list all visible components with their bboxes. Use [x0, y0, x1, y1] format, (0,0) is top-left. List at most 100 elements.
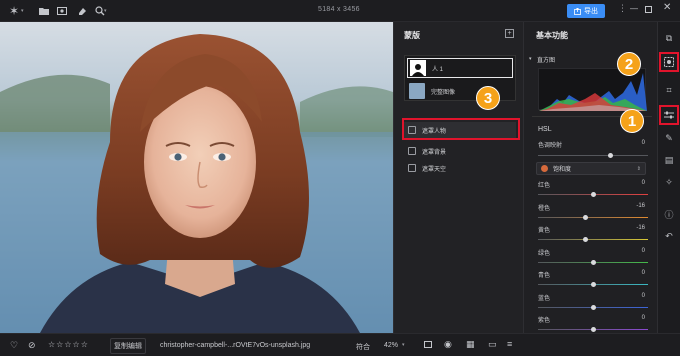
- file-name: christopher-campbell-...rOVtE7vOs-unspla…: [160, 342, 311, 349]
- sort-icon[interactable]: ≡: [507, 339, 512, 349]
- full-image-thumbnail-icon: [409, 83, 425, 99]
- hsl-slider-label: 红色: [538, 183, 551, 189]
- chevron-down-icon[interactable]: ▾: [21, 8, 24, 14]
- portrait-image: [0, 22, 393, 333]
- slider-knob[interactable]: [583, 214, 588, 220]
- slider-knob[interactable]: [591, 327, 596, 332]
- eraser-icon[interactable]: [76, 5, 88, 17]
- color-swatch-icon: [541, 165, 548, 172]
- hsl-slider-value: 0: [641, 180, 645, 186]
- mask-option-label: 遮罩背景: [422, 149, 447, 156]
- minimize-icon[interactable]: —: [630, 4, 638, 13]
- reject-icon[interactable]: ⊘: [28, 340, 36, 351]
- person-mask-thumbnail-icon: [410, 60, 426, 76]
- bottom-toolbar: ♡ ⊘ ☆☆☆☆☆ 复制编辑 christopher-campbell-...r…: [0, 333, 680, 356]
- film-icon[interactable]: ▤: [663, 154, 675, 166]
- mask-item-label: 完整图像: [431, 89, 456, 96]
- more-icon[interactable]: ⋮: [618, 3, 627, 14]
- mask-panel-title: 蒙版: [404, 31, 420, 40]
- mask-option-sky[interactable]: 遮罩天空: [404, 160, 516, 176]
- slider-knob[interactable]: [583, 237, 588, 242]
- adjustments-panel: 基本功能 ▾ 直方图 HSL 色调映射 0 饱和度 ⇕ 2 1 红色 0 橙色: [523, 22, 657, 355]
- hsl-slider-track[interactable]: [538, 259, 648, 265]
- chevron-down-icon[interactable]: ▾: [104, 8, 107, 14]
- close-icon[interactable]: ✕: [663, 2, 671, 13]
- star-rating[interactable]: ☆☆☆☆☆: [48, 340, 89, 349]
- histogram-label: 直方图: [537, 58, 556, 64]
- crop-icon[interactable]: ⌗: [663, 84, 675, 96]
- annotation-box-2: [659, 52, 679, 72]
- image-dimensions: 5184 x 3456: [318, 6, 360, 13]
- hsl-slider-label: 橙色: [538, 205, 551, 212]
- hsl-slider-value: 0: [641, 315, 645, 321]
- hsl-slider-track[interactable]: [538, 327, 648, 332]
- annotation-badge-2: 2: [617, 52, 641, 76]
- annotation-box-1: [659, 105, 679, 125]
- hsl-slider-value: -16: [636, 202, 645, 209]
- copy-edit-button[interactable]: 复制编辑: [110, 338, 146, 354]
- right-toolbar: ⧉ ⌗ ✎ ▤ ✧ ⓘ ↶: [657, 22, 680, 333]
- mask-item-person-1[interactable]: 人 1: [407, 58, 513, 78]
- slider-knob[interactable]: [591, 282, 596, 287]
- annotation-badge-1: 1: [620, 109, 644, 133]
- export-label: 导出: [584, 8, 598, 15]
- folder-icon[interactable]: [38, 5, 50, 17]
- sparkle-icon[interactable]: ✧: [663, 176, 675, 188]
- logo-icon[interactable]: ✶: [8, 5, 20, 17]
- sky-icon: [408, 164, 416, 172]
- mask-panel: 蒙版 + 人 1 完整图像 遮罩人物 遮罩背景 遮罩天空 3: [393, 22, 523, 333]
- hsl-slider-label: 黄色: [538, 228, 551, 234]
- hsl-slider-track[interactable]: [538, 214, 648, 220]
- maximize-icon[interactable]: [645, 6, 652, 13]
- zoom-level[interactable]: 42%: [384, 342, 398, 349]
- annotation-badge-3: 3: [476, 86, 500, 110]
- hsl-slider-track[interactable]: [538, 237, 648, 242]
- hsl-slider-label: 绿色: [538, 250, 551, 257]
- export-button[interactable]: 导出: [567, 4, 605, 18]
- slider-knob[interactable]: [591, 259, 596, 265]
- hsl-slider-track[interactable]: [538, 192, 648, 197]
- export-icon: [574, 7, 581, 15]
- heal-icon[interactable]: ✎: [663, 132, 675, 144]
- hsl-slider-label: 紫色: [538, 318, 551, 324]
- eye-icon[interactable]: ◉: [444, 339, 452, 350]
- compare-icon[interactable]: [424, 341, 432, 348]
- info-icon[interactable]: ⓘ: [663, 208, 675, 220]
- hsl-slider-track[interactable]: [538, 282, 648, 287]
- hsl-slider-label: 蓝色: [538, 295, 551, 302]
- hsl-slider-value: 0: [641, 292, 645, 299]
- tone-mapping-slider[interactable]: [538, 153, 648, 158]
- slider-knob[interactable]: [591, 304, 596, 310]
- chevron-down-icon[interactable]: ▾: [402, 342, 405, 348]
- background-icon: [408, 147, 416, 155]
- hsl-slider-value: -16: [636, 225, 645, 231]
- chevron-updown-icon: ⇕: [636, 165, 641, 172]
- tone-mapping-label: 色调映射: [538, 143, 563, 149]
- heart-icon[interactable]: ♡: [10, 340, 18, 351]
- collapse-icon[interactable]: ▾: [529, 56, 532, 62]
- photo-canvas[interactable]: [0, 22, 393, 333]
- app-window: ✶ ▾ ▾ 5184 x 3456 导出 ⋮ — ✕ 蒙版 + 人 1 完整图像…: [0, 0, 680, 356]
- fit-button[interactable]: 符合: [356, 342, 370, 352]
- top-toolbar: ✶ ▾ ▾ 5184 x 3456 导出 ⋮ — ✕: [0, 0, 680, 22]
- add-mask-icon[interactable]: +: [505, 29, 514, 38]
- grid-icon[interactable]: ▦: [466, 339, 475, 350]
- hsl-slider-value: 0: [641, 247, 645, 254]
- mask-item-label: 人 1: [432, 66, 444, 73]
- color-select-value: 饱和度: [553, 167, 572, 173]
- hsl-slider-label: 青色: [538, 273, 551, 279]
- hsl-label: HSL: [538, 126, 552, 133]
- layers-icon[interactable]: ⧉: [663, 32, 675, 44]
- filmstrip-icon[interactable]: ▭: [488, 339, 497, 350]
- mask-option-background[interactable]: 遮罩背景: [404, 143, 516, 159]
- tone-mapping-value: 0: [641, 140, 645, 146]
- color-select-dropdown[interactable]: 饱和度 ⇕: [536, 162, 646, 175]
- slider-knob[interactable]: [591, 192, 596, 197]
- hsl-slider-value: 0: [641, 270, 645, 276]
- adjustments-title: 基本功能: [536, 31, 568, 40]
- hsl-slider-track[interactable]: [538, 304, 648, 310]
- image-icon[interactable]: [56, 5, 68, 17]
- mask-option-label: 遮罩天空: [422, 166, 447, 173]
- slider-knob[interactable]: [608, 153, 613, 158]
- undo-icon[interactable]: ↶: [663, 230, 675, 242]
